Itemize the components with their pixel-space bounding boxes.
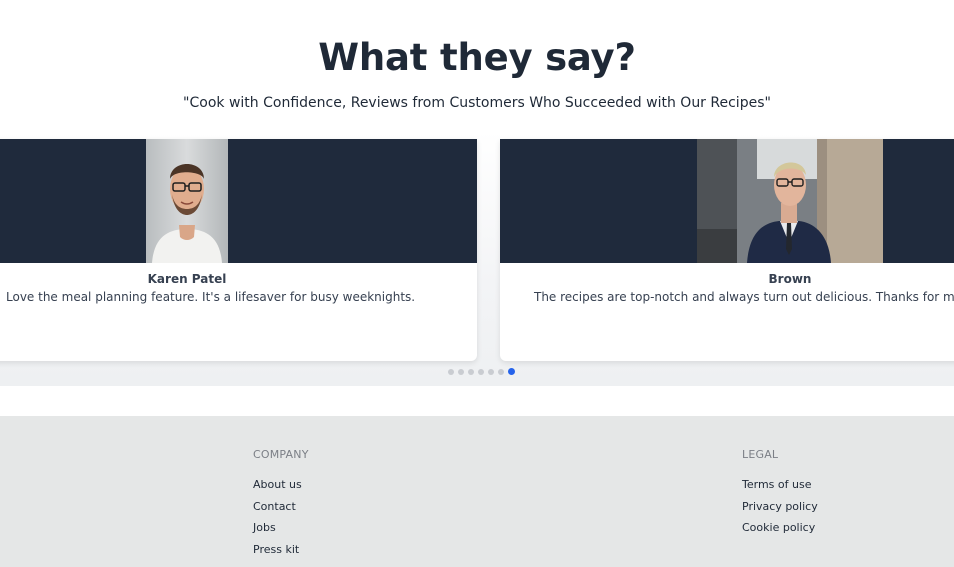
footer-link-jobs[interactable]: Jobs — [253, 521, 309, 535]
customer-name: Brown — [768, 272, 812, 286]
customer-photo — [697, 139, 883, 263]
customer-photo — [146, 139, 228, 263]
carousel-dot[interactable] — [458, 369, 464, 375]
testimonial-quote: The recipes are top-notch and always tur… — [534, 290, 954, 304]
carousel-dot[interactable] — [478, 369, 484, 375]
footer-link-about-us[interactable]: About us — [253, 478, 309, 492]
section-title: What they say? — [318, 36, 636, 79]
footer: COMPANY About us Contact Jobs Press kit … — [0, 416, 954, 567]
testimonial-card: Karen Patel Love the meal planning featu… — [0, 139, 477, 361]
footer-link-contact[interactable]: Contact — [253, 500, 309, 514]
footer-link-cookie-policy[interactable]: Cookie policy — [742, 521, 818, 535]
carousel-dot[interactable] — [498, 369, 504, 375]
carousel-dot[interactable] — [448, 369, 454, 375]
card-banner — [0, 139, 477, 263]
carousel-dot[interactable] — [468, 369, 474, 375]
carousel-dot-active[interactable] — [508, 368, 515, 375]
footer-legal-title: LEGAL — [742, 448, 779, 461]
footer-company-column: COMPANY About us Contact Jobs Press kit — [253, 448, 309, 564]
carousel-dot[interactable] — [488, 369, 494, 375]
carousel-pagination — [448, 368, 515, 376]
testimonial-quote: Love the meal planning feature. It's a l… — [6, 290, 416, 304]
customer-name: Karen Patel — [147, 272, 227, 286]
footer-link-terms-of-use[interactable]: Terms of use — [742, 478, 818, 492]
footer-legal-column: LEGAL Terms of use Privacy policy Cookie… — [742, 448, 818, 543]
footer-link-press-kit[interactable]: Press kit — [253, 543, 309, 557]
section-subtitle: "Cook with Confidence, Reviews from Cust… — [183, 95, 771, 111]
footer-company-title: COMPANY — [253, 448, 309, 461]
footer-link-privacy-policy[interactable]: Privacy policy — [742, 500, 818, 514]
testimonial-card: Brown The recipes are top-notch and alwa… — [500, 139, 954, 361]
